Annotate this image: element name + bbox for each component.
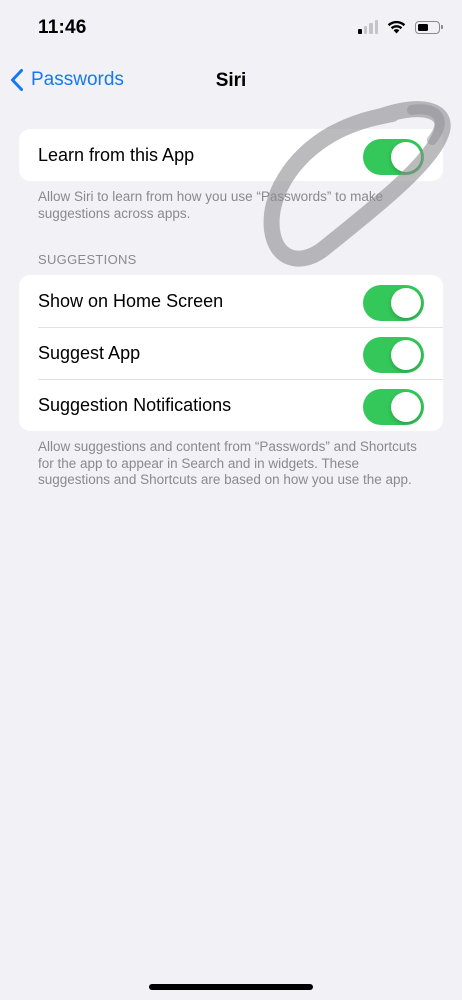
suggestion-notifications-toggle[interactable] bbox=[363, 389, 424, 425]
page-title: Siri bbox=[215, 70, 247, 91]
navigation-bar: Passwords Siri bbox=[0, 60, 462, 104]
status-icons bbox=[358, 20, 443, 34]
status-time: 11:46 bbox=[38, 17, 87, 38]
suggestions-header: SUGGESTIONS bbox=[38, 252, 137, 267]
show-on-home-screen-row: Show on Home Screen bbox=[19, 275, 443, 327]
battery-fill bbox=[418, 23, 428, 31]
suggest-app-toggle[interactable] bbox=[363, 337, 424, 373]
suggestion-notifications-row: Suggestion Notifications bbox=[19, 379, 443, 431]
learn-from-app-label: Learn from this App bbox=[38, 144, 195, 165]
suggest-app-label: Suggest App bbox=[38, 342, 141, 363]
show-on-home-screen-toggle[interactable] bbox=[363, 285, 424, 321]
home-indicator bbox=[149, 984, 313, 990]
toggle-knob bbox=[391, 340, 421, 370]
suggestions-footer: Allow suggestions and content from “Pass… bbox=[38, 439, 417, 487]
show-on-home-screen-label: Show on Home Screen bbox=[38, 290, 224, 311]
toggle-knob bbox=[391, 392, 421, 422]
cellular-signal-icon bbox=[358, 20, 378, 34]
wifi-icon bbox=[387, 20, 406, 34]
suggestions-group: Show on Home Screen Suggest App Suggesti… bbox=[19, 275, 443, 431]
suggest-app-row: Suggest App bbox=[19, 327, 443, 379]
suggestion-notifications-label: Suggestion Notifications bbox=[38, 394, 232, 415]
toggle-knob bbox=[391, 288, 421, 318]
annotation-circle bbox=[263, 101, 451, 267]
battery-icon bbox=[415, 20, 443, 34]
status-bar: 11:46 bbox=[0, 0, 462, 60]
